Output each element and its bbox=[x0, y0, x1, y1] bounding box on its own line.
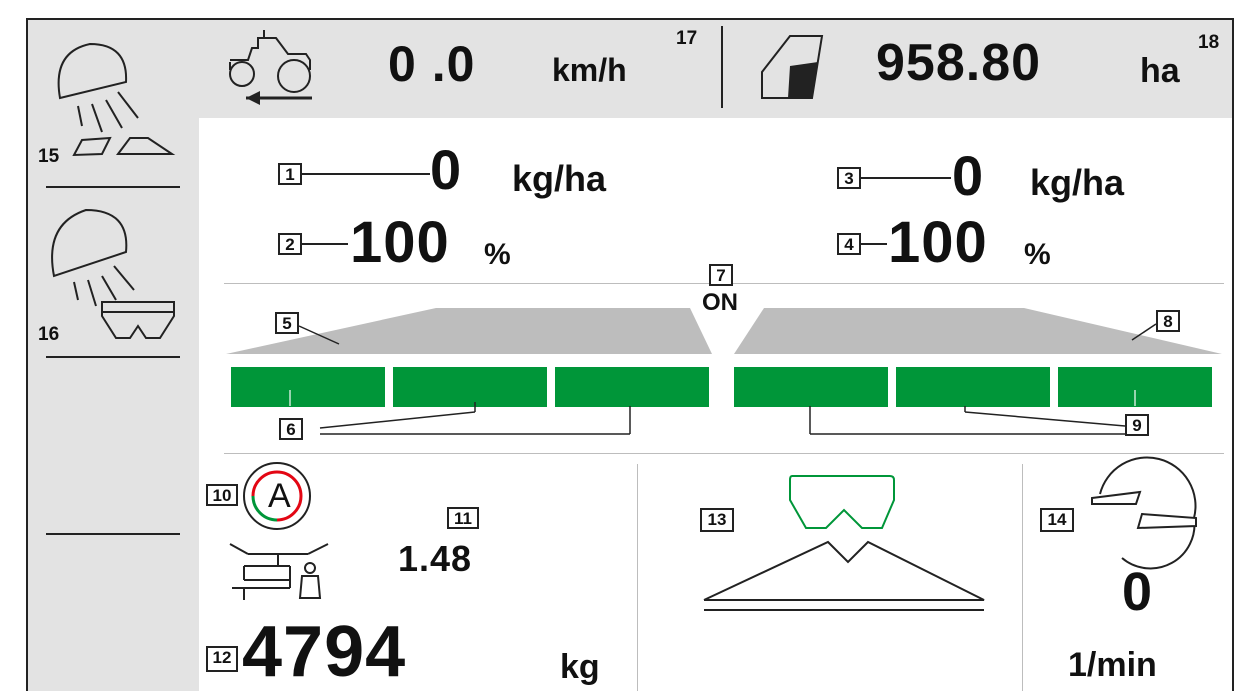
marker-10: 10 bbox=[206, 484, 238, 506]
softkey-hopper-spread[interactable]: 16 bbox=[38, 202, 188, 352]
spread-pattern-diagram bbox=[703, 540, 985, 611]
left-percent-unit: % bbox=[484, 238, 511, 271]
sidebar-divider bbox=[46, 356, 180, 358]
header-panel bbox=[199, 18, 1234, 120]
leader-line bbox=[861, 243, 887, 245]
marker-16: 16 bbox=[38, 324, 60, 345]
marker-8: 8 bbox=[1156, 310, 1180, 332]
left-percent-value: 100 bbox=[350, 210, 450, 275]
header-separator bbox=[721, 26, 723, 108]
disc-speed-value: 0 bbox=[1122, 562, 1154, 622]
worked-area-icon bbox=[761, 35, 824, 99]
speed-unit: km/h bbox=[552, 52, 627, 88]
area-value: 958.80 bbox=[876, 34, 1042, 92]
marker-4: 4 bbox=[837, 233, 861, 255]
softkey-headland-spread[interactable]: 15 bbox=[38, 30, 188, 182]
tractor-icon bbox=[229, 30, 312, 105]
marker-3: 3 bbox=[837, 167, 861, 189]
auto-mode-letter: A bbox=[268, 477, 291, 515]
section-leaders bbox=[289, 390, 1136, 435]
leader-line bbox=[298, 325, 340, 345]
left-rate-unit: kg/ha bbox=[512, 158, 607, 199]
marker-1: 1 bbox=[278, 163, 302, 185]
spreading-disc-icon bbox=[1091, 456, 1197, 570]
leader-line bbox=[1131, 323, 1157, 341]
marker-7: 7 bbox=[709, 264, 733, 286]
right-percent-unit: % bbox=[1024, 238, 1051, 271]
marker-18: 18 bbox=[1198, 32, 1220, 53]
leader-line bbox=[302, 243, 348, 245]
leader-line bbox=[861, 177, 951, 179]
leader-line bbox=[302, 173, 430, 175]
marker-6: 6 bbox=[279, 418, 303, 440]
column-divider bbox=[637, 464, 638, 691]
left-rate-value: 0 bbox=[430, 138, 463, 201]
marker-12: 12 bbox=[206, 646, 238, 672]
hopper-weight-value: 4794 bbox=[242, 612, 407, 692]
area-unit: ha bbox=[1140, 52, 1180, 90]
marker-2: 2 bbox=[278, 233, 302, 255]
right-percent-value: 100 bbox=[888, 210, 988, 275]
marker-17: 17 bbox=[676, 28, 698, 49]
marker-9: 9 bbox=[1125, 414, 1149, 436]
marker-15: 15 bbox=[38, 146, 60, 167]
scale-weighing-icon bbox=[229, 543, 329, 600]
speed-value: 0 .0 bbox=[388, 36, 476, 92]
marker-5: 5 bbox=[275, 312, 299, 334]
right-rate-value: 0 bbox=[952, 144, 985, 207]
right-rate-unit: kg/ha bbox=[1030, 162, 1125, 203]
column-divider bbox=[1022, 464, 1023, 691]
marker-14: 14 bbox=[1040, 508, 1074, 532]
sidebar-divider bbox=[46, 533, 180, 535]
marker-13: 13 bbox=[700, 508, 734, 532]
spreader-hopper-icon bbox=[789, 475, 895, 529]
hopper-spread-icon bbox=[51, 208, 175, 339]
section-divider bbox=[224, 453, 1224, 454]
headland-spread-icon bbox=[57, 42, 176, 157]
hopper-weight-unit: kg bbox=[560, 648, 600, 686]
marker-11: 11 bbox=[447, 507, 479, 529]
boom-status[interactable]: ON bbox=[702, 289, 738, 317]
sidebar-divider bbox=[46, 186, 180, 188]
softkey-empty[interactable] bbox=[38, 370, 188, 530]
calibration-factor-value[interactable]: 1.48 bbox=[398, 538, 472, 580]
disc-speed-unit: 1/min bbox=[1068, 646, 1157, 684]
